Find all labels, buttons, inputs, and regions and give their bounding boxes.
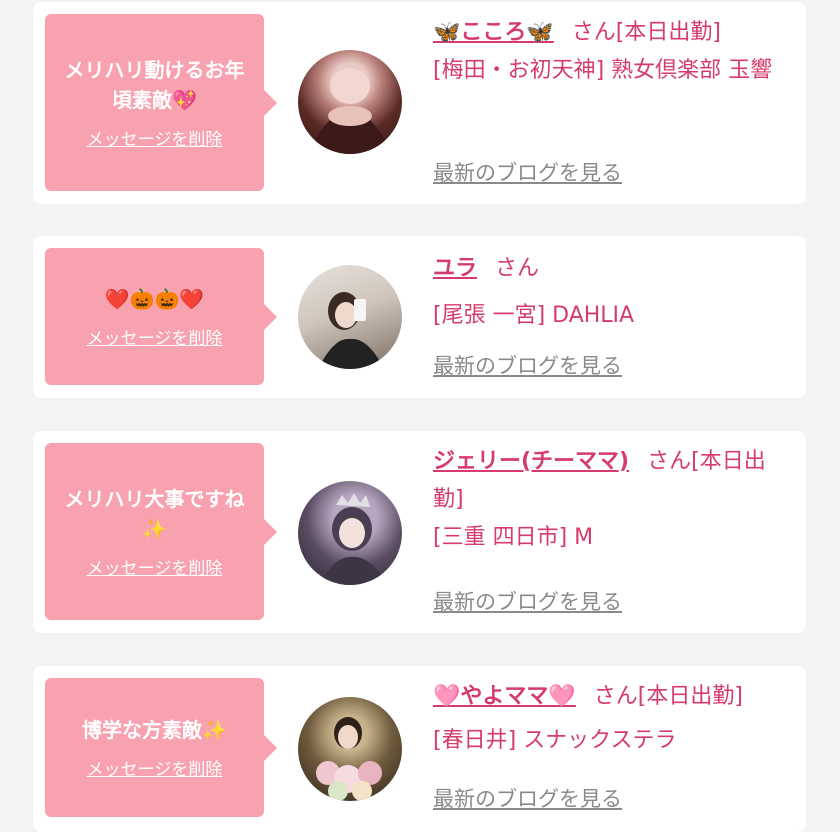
- avatar[interactable]: [298, 481, 402, 585]
- message-card: メリハリ大事ですね✨ メッセージを削除 ジェリー(チーママ) さん[本日出勤] […: [33, 431, 806, 633]
- profile-name-link[interactable]: 🩷やよママ🩷: [433, 684, 576, 709]
- delete-message-link[interactable]: メッセージを削除: [87, 125, 223, 150]
- message-bubble: ❤️🎃🎃❤️ メッセージを削除: [45, 248, 277, 385]
- shop-info: [三重 四日市] M: [433, 525, 594, 550]
- avatar[interactable]: [298, 697, 402, 801]
- honorific-status: さん: [495, 256, 540, 281]
- latest-blog-link[interactable]: 最新のブログを見る: [433, 586, 622, 616]
- profile-info: ユラ さん [尾張 一宮] DAHLIA: [433, 250, 793, 344]
- profile-name-link[interactable]: ジェリー(チーママ): [433, 449, 629, 474]
- avatar-photo: [308, 68, 392, 154]
- shop-info: [春日井] スナックステラ: [433, 728, 677, 753]
- shop-info: [尾張 一宮] DAHLIA: [433, 303, 635, 328]
- message-card: メリハリ動けるお年頃素敵💖 メッセージを削除 🦋こころ🦋 さん[本日出勤] [梅田…: [33, 2, 806, 204]
- latest-blog-link[interactable]: 最新のブログを見る: [433, 783, 622, 813]
- latest-blog-link[interactable]: 最新のブログを見る: [433, 350, 622, 380]
- profile-info: ジェリー(チーママ) さん[本日出勤] [三重 四日市] M: [433, 443, 793, 557]
- avatar[interactable]: [298, 265, 402, 369]
- honorific-status: さん[本日出勤]: [571, 20, 721, 45]
- message-text: ❤️🎃🎃❤️: [104, 287, 205, 311]
- profile-name-link[interactable]: 🦋こころ🦋: [433, 20, 554, 45]
- profile-info: 🩷やよママ🩷 さん[本日出勤] [春日井] スナックステラ: [433, 678, 793, 766]
- delete-message-link[interactable]: メッセージを削除: [87, 554, 223, 579]
- message-text: メリハリ動けるお年頃素敵💖: [64, 58, 245, 112]
- delete-message-link[interactable]: メッセージを削除: [87, 755, 223, 780]
- avatar-photo: [318, 493, 388, 585]
- avatar-photo: [316, 717, 382, 801]
- latest-blog-link[interactable]: 最新のブログを見る: [433, 157, 622, 187]
- profile-info: 🦋こころ🦋 さん[本日出勤] [梅田・お初天神] 熟女倶楽部 玉響: [433, 14, 793, 90]
- message-bubble: 博学な方素敵✨ メッセージを削除: [45, 678, 277, 817]
- message-card: 博学な方素敵✨ メッセージを削除 🩷やよママ🩷 さん[本日出勤] [春日井] スナ…: [33, 666, 806, 832]
- shop-info: [梅田・お初天神] 熟女倶楽部 玉響: [433, 58, 773, 83]
- message-bubble: メリハリ動けるお年頃素敵💖 メッセージを削除: [45, 14, 277, 191]
- message-text: メリハリ大事ですね✨: [64, 487, 245, 541]
- message-bubble: メリハリ大事ですね✨ メッセージを削除: [45, 443, 277, 620]
- avatar-photo: [318, 292, 384, 369]
- message-text: 博学な方素敵✨: [82, 718, 227, 742]
- honorific-status: さん[本日出勤]: [593, 684, 743, 709]
- message-card: ❤️🎃🎃❤️ メッセージを削除 ユラ さん [尾張 一宮] DAHLIA 最新のブ…: [33, 236, 806, 398]
- delete-message-link[interactable]: メッセージを削除: [87, 324, 223, 349]
- profile-name-link[interactable]: ユラ: [433, 256, 477, 281]
- avatar[interactable]: [298, 50, 402, 154]
